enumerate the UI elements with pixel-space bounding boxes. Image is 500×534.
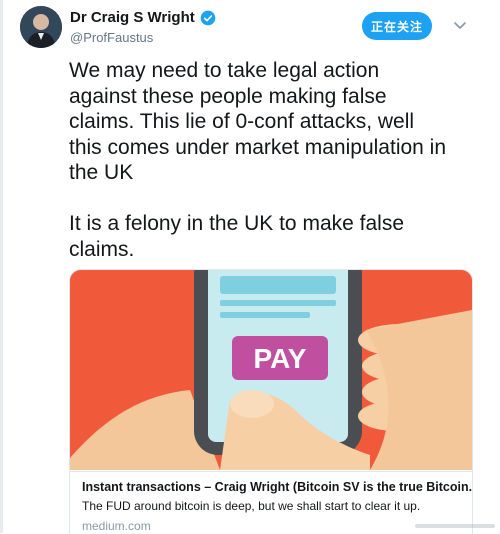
author-name-row[interactable]: Dr Craig S Wright: [70, 9, 216, 26]
chevron-down-icon[interactable]: [452, 18, 468, 34]
verified-badge-icon: [200, 10, 216, 25]
avatar[interactable]: [20, 6, 62, 48]
phone-payment-illustration: PAY: [70, 270, 472, 470]
card-image[interactable]: PAY: [70, 270, 472, 470]
card-domain: medium.com: [82, 519, 151, 533]
link-card[interactable]: PAY Instant transactions – Craig Wright …: [69, 269, 473, 534]
author-handle[interactable]: @ProfFaustus: [70, 30, 153, 45]
card-description: The FUD around bitcoin is deep, but we s…: [82, 499, 421, 513]
card-title[interactable]: Instant transactions – Craig Wright (Bit…: [82, 480, 472, 494]
timeline-left-rule: [0, 0, 3, 533]
tweet-text: We may need to take legal action against…: [69, 59, 447, 261]
avatar-image: [20, 6, 62, 48]
following-button[interactable]: 正在关注: [362, 12, 432, 40]
author-display-name[interactable]: Dr Craig S Wright: [70, 9, 195, 26]
corner-watermark: [415, 524, 495, 528]
card-body[interactable]: Instant transactions – Craig Wright (Bit…: [70, 471, 472, 534]
pay-badge-text: PAY: [254, 343, 307, 374]
